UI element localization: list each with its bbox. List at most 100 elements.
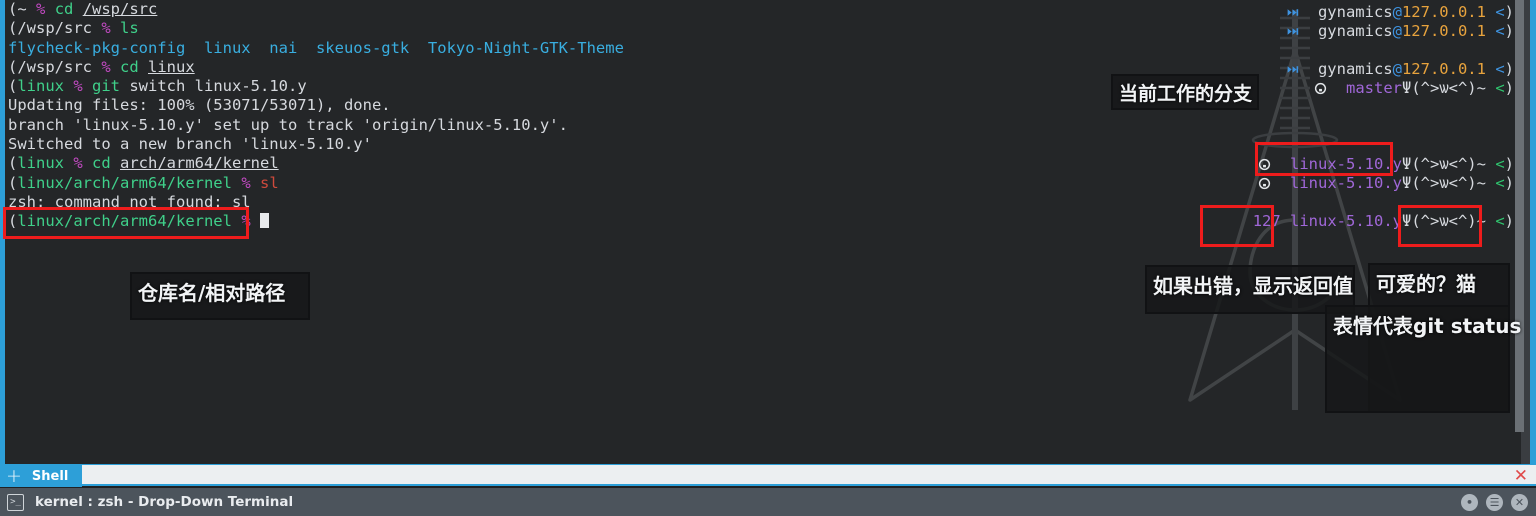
terminal-text: ( bbox=[8, 173, 18, 192]
terminal-scrollbar-track[interactable] bbox=[1515, 0, 1530, 464]
prompt-text: gynamics bbox=[1317, 3, 1393, 21]
terminal-right-prompt: gynamics@127.0.0.1 <) bbox=[1286, 60, 1514, 79]
terminal-text: Switched to a new branch 'linux-5.10.y' bbox=[8, 135, 372, 154]
prompt-text: Ψ bbox=[1402, 79, 1412, 97]
prompt-text: 127.0.0.1 bbox=[1401, 22, 1486, 40]
prompt-text: linux-5.10.y bbox=[1290, 155, 1402, 173]
prompt-text bbox=[1486, 174, 1495, 192]
terminal-text: arch/arm64/kernel bbox=[120, 154, 279, 173]
prompt-text: 127.0.0.1 bbox=[1401, 3, 1486, 21]
terminal-text: ( bbox=[8, 0, 18, 18]
terminal-text: flycheck-pkg-config linux nai skeuos-gtk… bbox=[8, 38, 624, 57]
terminal-right-accent-bar bbox=[1530, 0, 1536, 464]
terminal-line: flycheck-pkg-config linux nai skeuos-gtk… bbox=[8, 39, 1528, 58]
terminal-text: cd bbox=[54, 0, 83, 18]
prompt-text: @ bbox=[1392, 22, 1402, 40]
prompt-text: ) bbox=[1504, 212, 1514, 230]
prompt-text: ) bbox=[1504, 155, 1514, 173]
prompt-text: (^>ѡ<^)~ bbox=[1411, 174, 1486, 192]
terminal-text: git bbox=[92, 77, 130, 96]
prompt-text bbox=[1486, 212, 1495, 230]
terminal-text: % bbox=[64, 77, 93, 96]
terminal-right-prompt: gynamics@127.0.0.1 <) bbox=[1286, 3, 1514, 22]
prompt-text: master bbox=[1346, 79, 1402, 97]
prompt-text: < bbox=[1495, 79, 1505, 97]
menu-icon[interactable]: ☰ bbox=[1486, 493, 1503, 511]
annotation-label: 仓库名/相对路径 bbox=[130, 272, 310, 320]
prompt-text: ) bbox=[1504, 3, 1514, 21]
prompt-text: < bbox=[1495, 174, 1505, 192]
prompt-text: < bbox=[1495, 60, 1505, 78]
terminal-right-prompt: gynamics@127.0.0.1 <) bbox=[1286, 22, 1514, 41]
git-branch-icon bbox=[1258, 157, 1271, 171]
prompt-text: linux-5.10.y bbox=[1290, 174, 1402, 192]
tab-bar[interactable]: + Shell ✕ bbox=[0, 464, 1536, 487]
terminal-scrollbar-thumb[interactable] bbox=[1515, 0, 1524, 432]
annotation-label: 当前工作的分支 bbox=[1111, 74, 1259, 110]
terminal-text: sl bbox=[259, 173, 279, 192]
terminal-text: % bbox=[92, 57, 120, 76]
terminal-text: ( bbox=[8, 212, 18, 231]
window-controls[interactable]: • ☰ ✕ bbox=[1461, 488, 1528, 516]
ssh-arrow-icon bbox=[1286, 24, 1299, 37]
terminal-text: linux bbox=[148, 57, 195, 76]
prompt-text: < bbox=[1495, 212, 1505, 230]
terminal-text: cd bbox=[92, 154, 121, 173]
window-title-bar[interactable]: >_ kernel : zsh - Drop-Down Terminal • ☰… bbox=[0, 488, 1536, 516]
terminal-text: linux/arch/arm64/kernel bbox=[17, 173, 232, 192]
tab-label: Shell bbox=[31, 468, 69, 484]
prompt-text: @ bbox=[1392, 3, 1402, 21]
terminal-text: linux/arch/arm64/kernel bbox=[17, 212, 232, 231]
prompt-text: 127.0.0.1 bbox=[1401, 60, 1486, 78]
prompt-text: ) bbox=[1504, 60, 1514, 78]
terminal-text: ( bbox=[8, 77, 18, 96]
terminal-text: ( bbox=[8, 57, 18, 76]
close-icon[interactable]: ✕ bbox=[1511, 493, 1528, 511]
terminal-text: ( bbox=[8, 19, 18, 38]
terminal-text: zsh: command not found: sl bbox=[8, 192, 251, 211]
terminal-right-prompt: 127 linux-5.10.yΨ(^>ѡ<^)~ <) bbox=[1253, 212, 1514, 231]
terminal-line: Switched to a new branch 'linux-5.10.y' bbox=[8, 135, 1528, 154]
prompt-text: gynamics bbox=[1317, 22, 1393, 40]
terminal-cursor bbox=[259, 213, 269, 229]
terminal-text: linux bbox=[17, 77, 65, 96]
tab-shell[interactable]: + Shell bbox=[0, 465, 83, 487]
annotation-label: 如果出错，显示返回值 bbox=[1145, 265, 1355, 314]
terminal-icon: >_ bbox=[7, 493, 24, 511]
prompt-text: 127 bbox=[1252, 212, 1291, 230]
terminal-text: % bbox=[26, 0, 55, 18]
terminal-text: % bbox=[231, 212, 260, 231]
terminal-right-prompt: masterΨ(^>ѡ<^)~ <) bbox=[1314, 79, 1514, 98]
screen: (~ % cd /wsp/src (/wsp/src % ls flycheck-p… bbox=[0, 0, 1536, 516]
prompt-text: (^>ѡ<^)~ bbox=[1411, 79, 1486, 97]
terminal-text: Updating files: 100% (53071/53071), done… bbox=[8, 96, 391, 115]
close-icon[interactable]: ✕ bbox=[1514, 466, 1528, 486]
terminal-line: Updating files: 100% (53071/53071), done… bbox=[8, 96, 1528, 115]
terminal-text: cd bbox=[120, 57, 148, 76]
terminal-left-accent-bar bbox=[0, 0, 5, 464]
prompt-text: (^>ѡ<^)~ bbox=[1411, 212, 1486, 230]
prompt-text bbox=[1486, 22, 1495, 40]
annotation-label: 表情代表git status bbox=[1325, 305, 1521, 413]
prompt-text: Ψ bbox=[1402, 212, 1412, 230]
terminal-right-prompt: linux-5.10.yΨ(^>ѡ<^)~ <) bbox=[1258, 174, 1514, 193]
terminal-text: branch 'linux-5.10.y' set up to track 'o… bbox=[8, 115, 568, 134]
terminal-text: switch linux-5.10.y bbox=[129, 77, 307, 96]
ssh-arrow-icon bbox=[1286, 62, 1299, 75]
prompt-text bbox=[1486, 3, 1495, 21]
prompt-text: @ bbox=[1392, 60, 1402, 78]
terminal-text: % bbox=[64, 154, 93, 173]
terminal-text: linux bbox=[17, 154, 65, 173]
terminal-right-prompt: linux-5.10.yΨ(^>ѡ<^)~ <) bbox=[1258, 155, 1514, 174]
prompt-text: < bbox=[1495, 155, 1505, 173]
prompt-text: < bbox=[1495, 3, 1505, 21]
terminal-text: % bbox=[231, 173, 260, 192]
shade-icon[interactable]: • bbox=[1461, 493, 1478, 511]
ssh-arrow-icon bbox=[1286, 5, 1299, 18]
prompt-text bbox=[1486, 155, 1495, 173]
terminal-text: ( bbox=[8, 154, 18, 173]
terminal-line: zsh: command not found: sl bbox=[8, 193, 1528, 212]
new-tab-icon[interactable]: + bbox=[6, 466, 22, 486]
terminal-text: ls bbox=[120, 19, 139, 38]
terminal-viewport[interactable]: (~ % cd /wsp/src (/wsp/src % ls flycheck-p… bbox=[0, 0, 1536, 464]
